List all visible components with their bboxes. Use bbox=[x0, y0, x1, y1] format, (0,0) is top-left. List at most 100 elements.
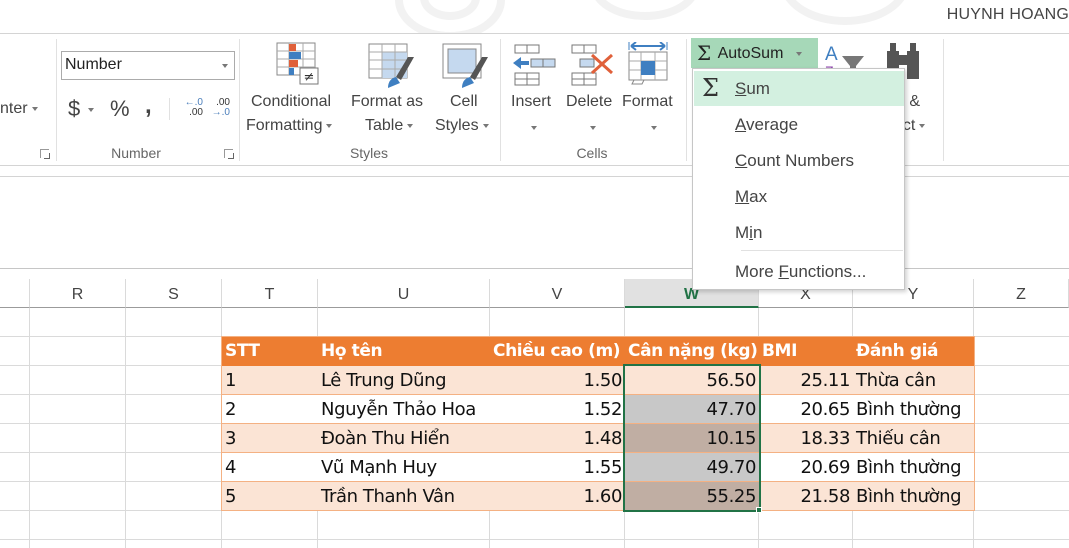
svg-text:≠: ≠ bbox=[304, 70, 315, 85]
cell-bmi[interactable]: 20.65 bbox=[759, 395, 853, 424]
fill-handle[interactable] bbox=[756, 507, 762, 513]
cell-bmi[interactable]: 20.69 bbox=[759, 453, 853, 482]
menu-item-min[interactable]: Min bbox=[694, 215, 904, 250]
header-cell-name[interactable]: Họ tên bbox=[318, 337, 490, 366]
formula-bar-area bbox=[0, 166, 1069, 269]
cell-height[interactable]: 1.52 bbox=[490, 395, 625, 424]
sigma-icon: Σ bbox=[697, 41, 712, 65]
cells-group-label: Cells bbox=[576, 145, 608, 161]
percent-style-button[interactable]: % bbox=[110, 96, 130, 122]
delete-button[interactable]: Delete bbox=[564, 42, 620, 142]
menu-item-sum[interactable]: Σ Sum bbox=[694, 71, 904, 106]
autosum-button[interactable]: Σ AutoSum bbox=[691, 38, 818, 68]
cell-styles-button[interactable]: Cell Styles bbox=[434, 42, 494, 142]
chevron-down-icon bbox=[482, 123, 489, 128]
cell-name[interactable]: Lê Trung Dũng bbox=[318, 366, 490, 395]
cell-rating[interactable]: Bình thường bbox=[853, 453, 974, 482]
cell-stt[interactable]: 2 bbox=[222, 395, 318, 424]
divider bbox=[0, 176, 1069, 177]
accelerator-key: A bbox=[735, 115, 747, 134]
insert-button[interactable]: Insert bbox=[506, 42, 562, 142]
cell-name[interactable]: Nguyễn Thảo Hoa bbox=[318, 395, 490, 424]
chevron-down-icon bbox=[407, 123, 414, 128]
menu-item-label: ax bbox=[749, 187, 768, 206]
menu-item-count-numbers[interactable]: Count Numbers bbox=[694, 143, 904, 178]
cell-rating[interactable]: Bình thường bbox=[853, 482, 974, 511]
menu-separator bbox=[741, 250, 903, 251]
menu-item-max[interactable]: Max bbox=[694, 179, 904, 214]
cell-name[interactable]: Vũ Mạnh Huy bbox=[318, 453, 490, 482]
menu-item-label: unctions... bbox=[788, 262, 867, 281]
format-as-table-button[interactable]: Format as Table bbox=[350, 42, 434, 142]
menu-item-average[interactable]: Average bbox=[694, 107, 904, 142]
cell-stt[interactable]: 4 bbox=[222, 453, 318, 482]
background-decoration bbox=[590, 0, 700, 20]
cell-height[interactable]: 1.60 bbox=[490, 482, 625, 511]
chevron-down-icon bbox=[919, 123, 926, 128]
cell-height[interactable]: 1.50 bbox=[490, 366, 625, 395]
cell-height[interactable]: 1.55 bbox=[490, 453, 625, 482]
svg-text:A: A bbox=[825, 44, 838, 65]
merge-center-button[interactable]: nter bbox=[0, 100, 38, 118]
format-as-table-line2-wrap: Table bbox=[365, 117, 414, 135]
column-header-z[interactable]: Z bbox=[974, 279, 1069, 308]
cell-name[interactable]: Đoàn Thu Hiển bbox=[318, 424, 490, 453]
cell-stt[interactable]: 5 bbox=[222, 482, 318, 511]
menu-item-more-functions[interactable]: More Functions... bbox=[694, 254, 904, 289]
column-header-u[interactable]: U bbox=[318, 279, 490, 308]
cell-rating[interactable]: Bình thường bbox=[853, 395, 974, 424]
cell-weight[interactable]: 56.50 bbox=[625, 366, 759, 395]
column-header-v[interactable]: V bbox=[490, 279, 625, 308]
conditional-formatting-button[interactable]: ≠ Conditional Formatting bbox=[246, 42, 346, 142]
cell-weight[interactable]: 55.25 bbox=[625, 482, 759, 511]
increase-decimal-button[interactable]: ←.0 .00 bbox=[179, 98, 203, 122]
gridline bbox=[29, 308, 30, 548]
number-format-select[interactable]: Number bbox=[61, 51, 235, 80]
cell-weight[interactable]: 49.70 bbox=[625, 453, 759, 482]
cell-bmi[interactable]: 21.58 bbox=[759, 482, 853, 511]
chevron-down-icon bbox=[31, 106, 38, 111]
cell-bmi[interactable]: 18.33 bbox=[759, 424, 853, 453]
cell-rating[interactable]: Thiếu cân bbox=[853, 424, 974, 453]
header-cell-weight[interactable]: Cân nặng (kg) bbox=[625, 337, 759, 366]
column-header-t[interactable]: T bbox=[222, 279, 318, 308]
cell-styles-line2: Styles bbox=[435, 117, 479, 134]
cell-name[interactable]: Trần Thanh Vân bbox=[318, 482, 490, 511]
column-header-s[interactable]: S bbox=[126, 279, 222, 308]
comma-style-button[interactable]: , bbox=[145, 92, 152, 120]
group-separator bbox=[943, 39, 944, 161]
cell-stt[interactable]: 1 bbox=[222, 366, 318, 395]
alignment-dialog-launcher[interactable] bbox=[40, 149, 50, 159]
accelerator-key: M bbox=[735, 187, 750, 206]
table-row-divider bbox=[222, 481, 974, 482]
header-cell-rating[interactable]: Đánh giá bbox=[853, 337, 974, 366]
cell-stt[interactable]: 3 bbox=[222, 424, 318, 453]
menu-item-label: n bbox=[752, 223, 763, 242]
accounting-format-button[interactable]: $ bbox=[68, 96, 95, 122]
menu-item-label-prefix: More bbox=[735, 262, 779, 281]
decrease-decimal-button[interactable]: .00 →.0 bbox=[206, 98, 230, 122]
chevron-down-icon bbox=[222, 64, 228, 68]
header-cell-stt[interactable]: STT bbox=[222, 337, 318, 366]
number-dialog-launcher[interactable] bbox=[224, 149, 234, 159]
title-bar: HUYNH HOANG bbox=[0, 0, 1069, 33]
cell-weight[interactable]: 10.15 bbox=[625, 424, 759, 453]
table-row-divider bbox=[222, 452, 974, 453]
conditional-formatting-icon: ≠ bbox=[276, 42, 319, 85]
menu-item-label-prefix: M bbox=[735, 223, 750, 242]
user-name[interactable]: HUYNH HOANG bbox=[947, 6, 1069, 24]
cell-bmi[interactable]: 25.11 bbox=[759, 366, 853, 395]
spreadsheet-grid[interactable]: R S T U V W X Y Z STT Họ tên Chiều cao (… bbox=[0, 279, 1069, 548]
format-button[interactable]: Format bbox=[621, 42, 681, 142]
insert-label: Insert bbox=[511, 93, 552, 110]
column-header-partial[interactable] bbox=[0, 279, 30, 308]
cell-weight[interactable]: 47.70 bbox=[625, 395, 759, 424]
header-cell-height[interactable]: Chiều cao (m) bbox=[490, 337, 625, 366]
cell-height[interactable]: 1.48 bbox=[490, 424, 625, 453]
header-cell-bmi[interactable]: BMI bbox=[759, 337, 853, 366]
chevron-down-icon bbox=[531, 126, 537, 130]
group-separator bbox=[686, 39, 687, 161]
cell-rating[interactable]: Thừa cân bbox=[853, 366, 974, 395]
format-label: Format bbox=[622, 93, 673, 110]
column-header-r[interactable]: R bbox=[30, 279, 126, 308]
